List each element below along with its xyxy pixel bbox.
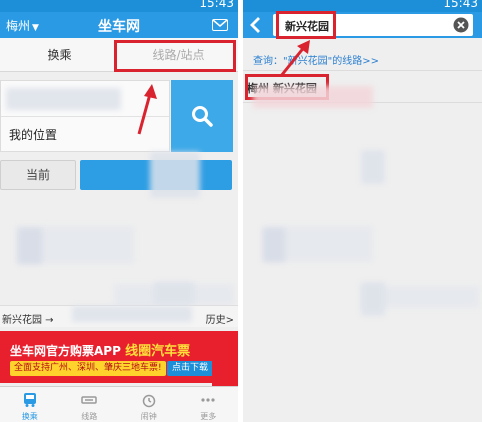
blurred-region bbox=[361, 150, 385, 184]
search-icon bbox=[192, 106, 213, 127]
search-button[interactable] bbox=[171, 80, 233, 152]
nav-route[interactable]: 线路 bbox=[60, 387, 120, 422]
nav-transfer[interactable]: 换乘 bbox=[0, 387, 60, 422]
status-time: 15:43 bbox=[443, 0, 478, 10]
clear-icon[interactable] bbox=[453, 17, 469, 33]
back-icon[interactable] bbox=[247, 15, 265, 35]
status-time: 15:43 bbox=[199, 0, 234, 10]
ad-download-button[interactable]: 点击下载 bbox=[167, 361, 214, 376]
alarm-clock-icon bbox=[142, 394, 155, 408]
blurred-region bbox=[72, 306, 192, 322]
nav-label: 更多 bbox=[200, 412, 217, 421]
more-icon bbox=[201, 398, 215, 402]
destination-input[interactable]: 我的位置 bbox=[9, 126, 57, 143]
ad-subline: 全面支持广州、深圳、肇庆三地车票! bbox=[10, 361, 166, 376]
now-button[interactable]: 当前 bbox=[0, 160, 76, 190]
bus-icon bbox=[23, 393, 36, 407]
route-icon bbox=[81, 396, 97, 404]
nav-label: 线路 bbox=[81, 412, 98, 421]
tab-transfer[interactable]: 换乘 bbox=[0, 38, 119, 72]
right-screen: 15:43 新兴花园 查询："新兴花园"的线路>> 梅州 新兴花园 bbox=[243, 0, 482, 422]
mail-icon[interactable] bbox=[212, 19, 228, 31]
nav-more[interactable]: 更多 bbox=[179, 387, 239, 422]
blurred-region bbox=[263, 228, 285, 262]
annotation-arrow-icon bbox=[279, 40, 310, 77]
blurred-region bbox=[154, 282, 194, 304]
ad-banner[interactable]: 坐车网官方购票APP 线圈汽车票 全面支持广州、深圳、肇庆三地车票! 点击下载 bbox=[0, 331, 238, 383]
bottom-nav: 换乘 线路 闹钟 更多 bbox=[0, 386, 238, 422]
app-title: 坐车网 bbox=[98, 19, 140, 35]
history-item[interactable]: 新兴花园 → bbox=[2, 311, 54, 326]
blurred-region bbox=[361, 282, 385, 316]
highlight-box bbox=[276, 11, 336, 39]
blurred-region bbox=[253, 86, 373, 108]
annotation-arrow-icon bbox=[137, 84, 157, 135]
highlight-box bbox=[114, 40, 236, 72]
ad-headline-part1: 坐车网官方购票APP bbox=[10, 344, 121, 358]
left-screen: 15:43 梅州 ▼ 坐车网 换乘 线路/站点 我的位置 当前 新兴花园 → 历… bbox=[0, 0, 238, 422]
ad-headline: 坐车网官方购票APP 线圈汽车票 bbox=[10, 340, 190, 359]
status-bar: 15:43 bbox=[0, 0, 238, 12]
blurred-region bbox=[6, 88, 121, 110]
query-link[interactable]: 查询："新兴花园"的线路>> bbox=[253, 52, 379, 67]
history-link[interactable]: 历史> bbox=[206, 311, 234, 326]
nav-label: 闹钟 bbox=[140, 412, 157, 421]
nav-alarm[interactable]: 闹钟 bbox=[119, 387, 179, 422]
app-header: 梅州 ▼ 坐车网 bbox=[0, 12, 238, 38]
ad-headline-part2: 线圈汽车票 bbox=[125, 344, 191, 359]
blurred-region bbox=[18, 228, 42, 264]
blurred-region bbox=[150, 152, 200, 198]
nav-label: 换乘 bbox=[21, 412, 38, 421]
